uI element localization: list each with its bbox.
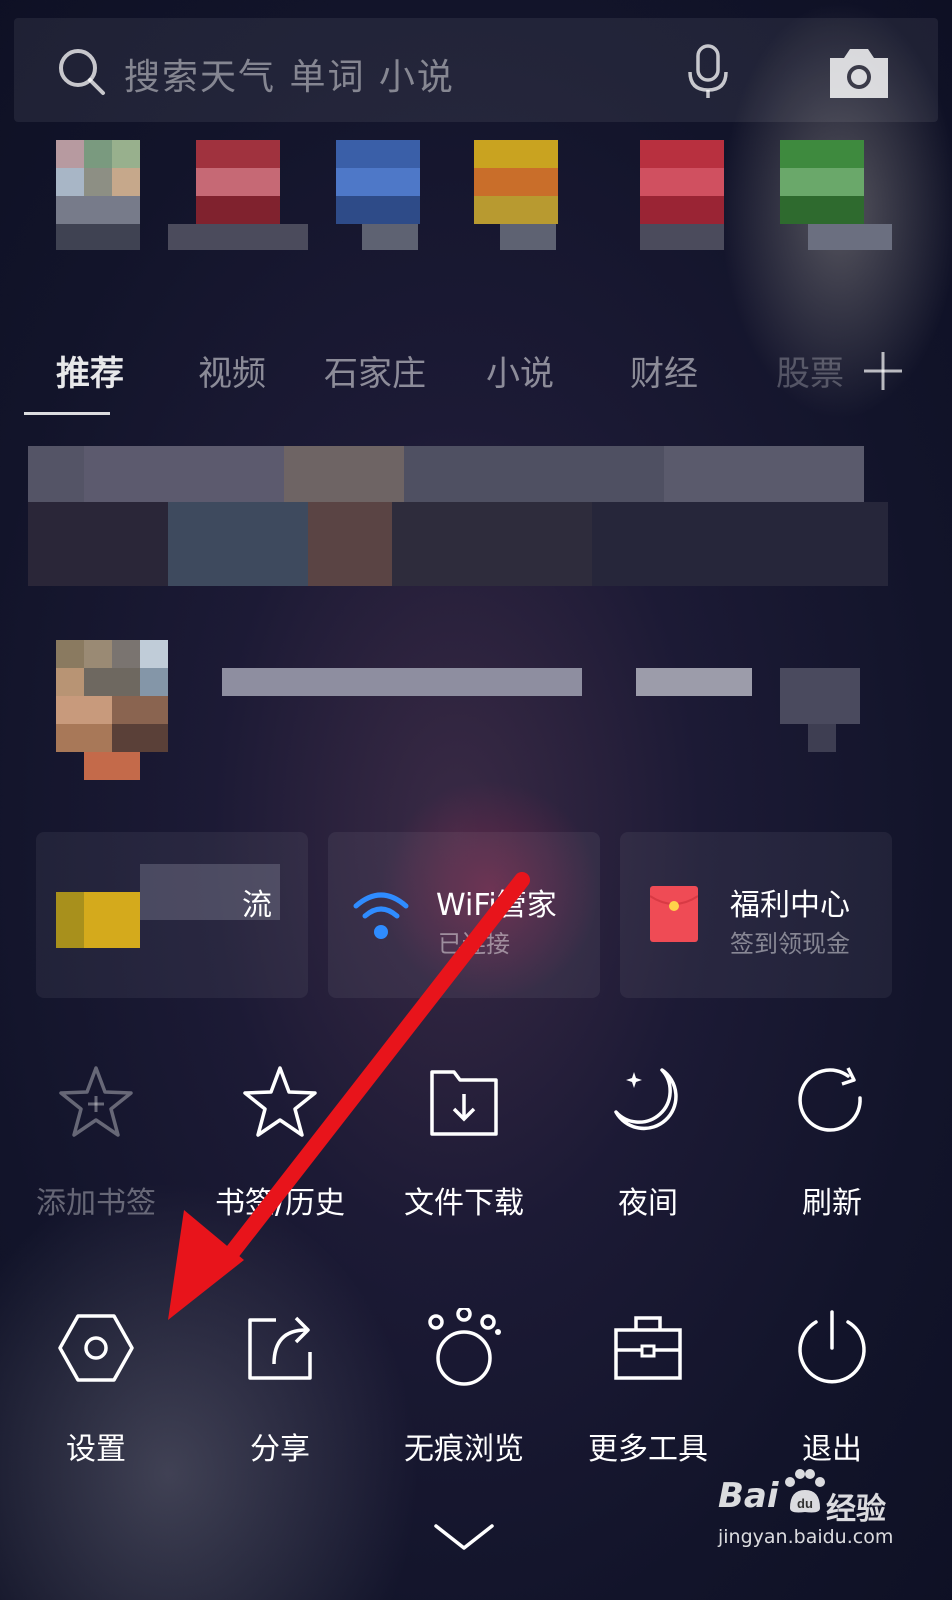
toolbox-icon	[614, 1316, 682, 1380]
menu-label: 添加书签	[36, 1186, 156, 1221]
moon-icon	[614, 1068, 678, 1131]
feed-close-pixelated[interactable]	[780, 668, 860, 752]
share-icon	[248, 1316, 312, 1380]
star-icon	[243, 1066, 317, 1137]
menu-label: 书签/历史	[214, 1186, 346, 1221]
star-plus-icon	[59, 1066, 133, 1137]
bookmarks-history-button[interactable]: 书签/历史	[188, 1062, 372, 1232]
quick-card-rewards[interactable]: 福利中心 签到领现金	[620, 832, 892, 998]
menu-label: 刷新	[802, 1186, 862, 1221]
baidu-jingyan-watermark: Bai du 经验 jingyan.baidu.com	[718, 1468, 938, 1568]
menu-label: 文件下载	[404, 1186, 524, 1221]
settings-button[interactable]: 设置	[4, 1308, 188, 1478]
shortcut-grid-pixelated	[56, 140, 926, 280]
watermark-url: jingyan.baidu.com	[718, 1526, 894, 1548]
microphone-icon[interactable]	[686, 44, 730, 100]
card-icon-pixelated	[56, 892, 84, 948]
add-bookmark-button[interactable]: 添加书签	[4, 1062, 188, 1232]
power-icon	[798, 1310, 866, 1384]
card-icon-pixelated	[84, 892, 140, 948]
add-channel-icon[interactable]	[862, 350, 904, 392]
menu-label: 退出	[802, 1432, 862, 1467]
search-icon	[59, 49, 105, 95]
quick-card-wifi[interactable]: WiFi管家 已连接	[328, 832, 600, 998]
menu-label: 无痕浏览	[404, 1432, 524, 1467]
camera-icon[interactable]	[826, 46, 892, 100]
card-title: 流	[242, 888, 272, 923]
tab-city[interactable]: 石家庄	[324, 346, 426, 395]
feed-title-pixelated[interactable]	[222, 668, 752, 696]
watermark-brand: Bai	[718, 1476, 779, 1516]
refresh-icon	[798, 1067, 862, 1132]
card-subtitle: 签到领现金	[730, 930, 850, 958]
card-title: 福利中心	[730, 888, 850, 923]
paw-logo-icon: du	[785, 1469, 825, 1513]
card-title: WiFi管家	[436, 888, 557, 923]
night-mode-button[interactable]: 夜间	[556, 1062, 740, 1232]
wifi-icon	[353, 892, 409, 939]
search-input[interactable]: 搜索天气 单词 小说	[124, 48, 455, 100]
more-tools-button[interactable]: 更多工具	[556, 1308, 740, 1478]
search-bar[interactable]: 搜索天气 单词 小说	[14, 18, 938, 122]
watermark-cn: 经验	[826, 1492, 886, 1527]
share-button[interactable]: 分享	[188, 1308, 372, 1478]
active-tab-indicator	[24, 412, 110, 415]
incognito-button[interactable]: 无痕浏览	[372, 1308, 556, 1478]
card-subtitle: 已连接	[438, 930, 510, 958]
folder-download-icon	[430, 1070, 498, 1136]
channel-tabs: 推荐 视频 石家庄 小说 财经 股票	[56, 346, 936, 406]
feed-item-pixelated[interactable]	[28, 446, 864, 502]
chevron-down-icon[interactable]	[432, 1520, 496, 1556]
tab-finance[interactable]: 财经	[630, 346, 698, 395]
hexagon-settings-icon	[58, 1314, 134, 1382]
tab-stocks[interactable]: 股票	[776, 346, 844, 395]
svg-text:du: du	[797, 1496, 813, 1511]
menu-label: 分享	[250, 1432, 310, 1467]
feed-image-pixelated	[28, 502, 888, 586]
tab-novel[interactable]: 小说	[486, 346, 554, 395]
menu-label: 更多工具	[588, 1432, 708, 1467]
quick-card-traffic[interactable]: 流	[36, 832, 308, 998]
downloads-button[interactable]: 文件下载	[372, 1062, 556, 1232]
feed-thumbnail-pixelated	[56, 640, 168, 780]
red-packet-icon	[650, 886, 698, 942]
tab-recommend[interactable]: 推荐	[56, 346, 124, 395]
paw-icon	[428, 1308, 501, 1386]
menu-label: 夜间	[618, 1186, 678, 1221]
menu-label: 设置	[66, 1432, 126, 1467]
tab-video[interactable]: 视频	[198, 346, 266, 395]
exit-button[interactable]: 退出	[740, 1308, 924, 1478]
refresh-button[interactable]: 刷新	[740, 1062, 924, 1232]
